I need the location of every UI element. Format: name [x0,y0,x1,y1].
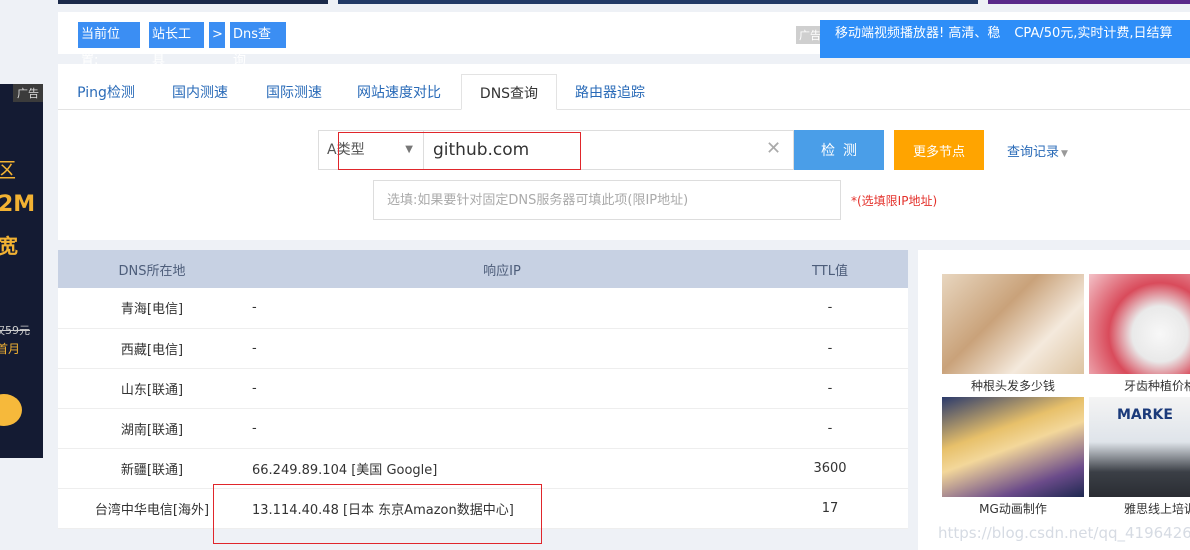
breadcrumb-current-page[interactable]: Dns查询 [230,22,286,68]
tab-domestic-speed[interactable]: 国内测速 [170,74,230,110]
more-nodes-button[interactable]: 更多节点 [894,130,984,170]
top-text-ad[interactable]: 移动端视频播放器! 高清、稳 CPA/50元,实时计费,日结算 [820,20,1190,58]
header-ttl: TTL值 [752,250,908,288]
header-ip: 响应IP [246,250,752,288]
header-location: DNS所在地 [58,250,246,288]
left-ad-text: 首月 [0,342,21,356]
caret-down-icon: ▼ [1061,149,1068,159]
cell-location: 新疆[联通] [58,448,246,489]
table-row: 青海[电信] - - [58,288,908,329]
left-ad-button[interactable] [0,394,22,426]
ad-image[interactable] [942,397,1084,497]
tab-dns-query[interactable]: DNS查询 [461,74,557,110]
cell-ip: 66.249.89.104 [美国 Google] [246,448,752,489]
cell-location: 湖南[联通] [58,408,246,449]
top-ad-text-2[interactable]: CPA/50元,实时计费,日结算 [1014,26,1172,41]
record-type-value: A类型 [327,142,365,158]
table-header-row: DNS所在地 响应IP TTL值 [58,250,908,288]
ad-image[interactable]: MARKE [1089,397,1190,497]
cell-location: 西藏[电信] [58,328,246,369]
left-ad-text: 区 [0,158,16,182]
dns-server-input[interactable] [373,180,841,220]
top-banner-middle[interactable] [338,0,978,4]
top-banner-left[interactable] [58,0,328,4]
dns-query-panel: Ping检测 国内测速 国际测速 网站速度对比 DNS查询 路由器追踪 A类型 … [58,64,1190,240]
query-history-link[interactable]: 查询记录 ▼ [1007,141,1068,160]
ad-image-text: MARKE [1117,407,1173,423]
tab-traceroute[interactable]: 路由器追踪 [574,74,646,110]
table-row: 台湾中华电信[海外] 13.114.40.48 [日本 东京Amazon数据中心… [58,488,908,529]
ad-image[interactable] [1089,274,1190,374]
cell-ttl: - [752,288,908,329]
ad-tag: 广告 [13,84,43,102]
ad-caption[interactable]: 种根头发多少钱 [942,377,1084,394]
breadcrumb-location-label: 当前位置: [78,22,140,68]
detect-button[interactable]: 检测 [794,130,884,170]
ad-caption[interactable]: 牙齿种植价格 [1089,377,1190,394]
right-image-ads: 种根头发多少钱 牙齿种植价格 MG动画制作 MARKE 雅思线上培训 [918,250,1190,550]
domain-input[interactable] [424,130,794,170]
cell-ip: - [246,408,752,449]
tab-speed-compare[interactable]: 网站速度对比 [356,74,442,110]
dns-result-table: DNS所在地 响应IP TTL值 青海[电信] - - 西藏[电信] - - 山… [58,250,908,529]
table-row: 湖南[联通] - - [58,408,908,449]
close-icon[interactable]: ✕ [766,138,781,159]
cell-ttl: 17 [752,488,908,529]
ad-caption[interactable]: MG动画制作 [942,500,1084,517]
cell-location: 山东[联通] [58,368,246,409]
image-ad[interactable]: MG动画制作 [942,397,1084,517]
image-ad[interactable]: 种根头发多少钱 [942,274,1084,394]
left-ad-text: 宽 [0,234,18,258]
dns-server-hint: *(选填限IP地址) [851,194,938,208]
cell-location: 台湾中华电信[海外] [58,488,246,529]
cell-ttl: - [752,368,908,409]
top-banner-right[interactable] [988,0,1190,4]
breadcrumb-separator: > [209,22,225,48]
left-ad-old-price: 仅59元 [0,324,30,337]
cell-ttl: 3600 [752,448,908,489]
cell-ip: - [246,368,752,409]
breadcrumb-tools-link[interactable]: 站长工具 [149,22,204,68]
cell-ip: - [246,328,752,369]
chevron-down-icon: ▼ [405,144,413,155]
left-ad-text: 2M [0,192,36,217]
ad-caption[interactable]: 雅思线上培训 [1089,500,1190,517]
record-type-select[interactable]: A类型 ▼ [318,130,424,170]
watermark: https://blog.csdn.net/qq_41964263 [938,524,1190,542]
left-side-ad[interactable]: 广告 区 2M 宽 仅59元 首月 [0,84,43,458]
cell-ttl: - [752,328,908,369]
image-ad[interactable]: MARKE 雅思线上培训 [1089,397,1190,517]
cell-ttl: - [752,408,908,449]
tool-tabs: Ping检测 国内测速 国际测速 网站速度对比 DNS查询 路由器追踪 [58,74,1190,110]
tab-ping[interactable]: Ping检测 [74,74,138,110]
query-history-label: 查询记录 [1007,145,1060,160]
table-row: 山东[联通] - - [58,368,908,409]
table-row: 新疆[联通] 66.249.89.104 [美国 Google] 3600 [58,448,908,489]
cell-ip: 13.114.40.48 [日本 东京Amazon数据中心] [246,488,752,529]
ad-image[interactable] [942,274,1084,374]
image-ad[interactable]: 牙齿种植价格 [1089,274,1190,394]
cell-ip: - [246,288,752,329]
tab-international-speed[interactable]: 国际测速 [264,74,324,110]
cell-location: 青海[电信] [58,288,246,329]
top-ad-text-1[interactable]: 移动端视频播放器! 高清、稳 [835,26,1000,41]
table-row: 西藏[电信] - - [58,328,908,369]
